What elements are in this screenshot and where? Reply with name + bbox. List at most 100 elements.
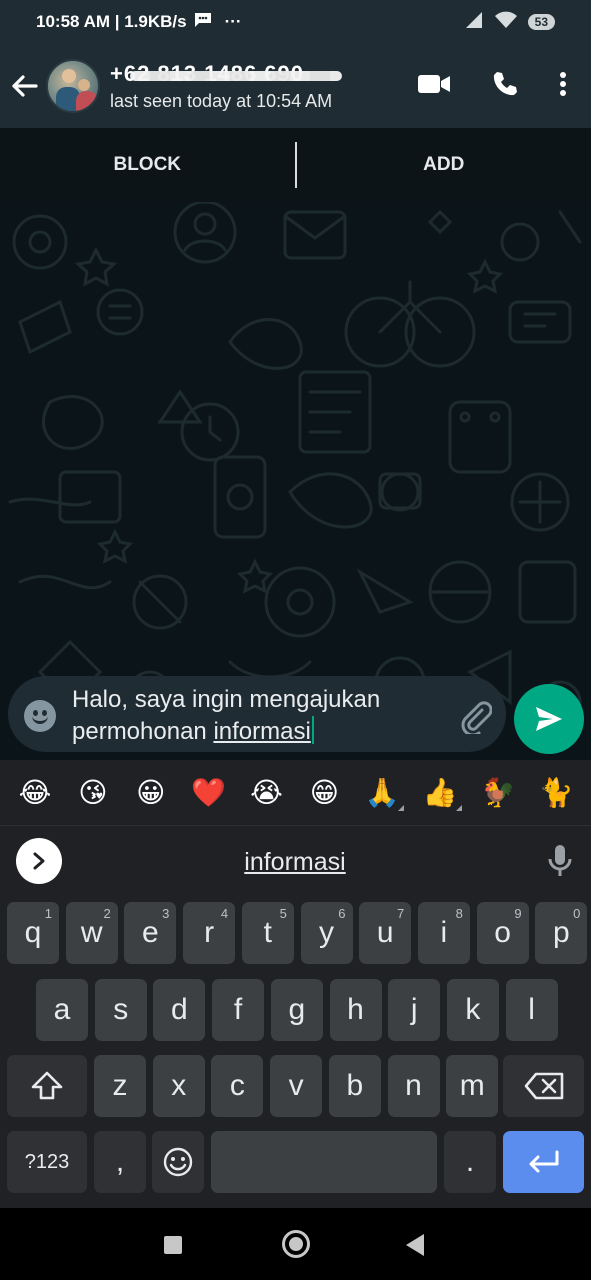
key-r[interactable]: r4: [183, 902, 236, 964]
key-label: m: [459, 1069, 485, 1102]
last-seen-status: last seen today at 10:54 AM: [110, 90, 333, 111]
key-number-hint: 5: [279, 906, 287, 921]
emoji-suggestion[interactable]: 😂: [13, 776, 57, 809]
key-q[interactable]: q1: [7, 902, 59, 964]
add-contact-button[interactable]: ADD: [297, 128, 591, 202]
more-options-icon[interactable]: [559, 71, 567, 102]
emoji-suggestion[interactable]: ❤️: [187, 776, 231, 809]
shift-key[interactable]: [7, 1055, 87, 1117]
emoji-key[interactable]: [152, 1131, 204, 1193]
key-t[interactable]: t5: [241, 902, 294, 964]
key-s[interactable]: s: [94, 979, 147, 1041]
key-label: c: [229, 1069, 245, 1102]
key-number-hint: 9: [514, 906, 522, 921]
key-u[interactable]: u7: [359, 902, 412, 964]
block-add-bar: BLOCK ADD: [0, 128, 591, 202]
key-label: u: [376, 916, 394, 949]
key-number-hint: 3: [162, 906, 170, 921]
back-arrow-icon[interactable]: [2, 44, 46, 128]
emoji-suggestion[interactable]: 🐈: [534, 776, 578, 809]
key-h[interactable]: h: [329, 979, 382, 1041]
key-label: y: [319, 916, 334, 949]
word-suggestion[interactable]: informasi: [200, 848, 390, 877]
key-o[interactable]: o9: [476, 902, 529, 964]
keyboard: 😂 😘 😀 ❤️ 😭 😁 🙏 👍 🐓 🐈 informasi q1w2e3r4t5y6u7i8o9…: [0, 760, 591, 1208]
key-label: o: [494, 916, 511, 949]
message-notification-icon: [193, 12, 213, 33]
key-label: x: [171, 1069, 187, 1102]
send-button[interactable]: [514, 684, 584, 754]
back-button[interactable]: [406, 1234, 424, 1256]
key-label: ,: [115, 1145, 125, 1178]
key-b[interactable]: b: [328, 1055, 381, 1117]
emoji-picker-icon[interactable]: [24, 700, 56, 732]
key-number-hint: 7: [396, 906, 405, 921]
key-number-hint: 6: [338, 906, 346, 921]
emoji-suggestion-row: 😂 😘 😀 ❤️ 😭 😁 🙏 👍 🐓 🐈: [0, 760, 591, 826]
key-z[interactable]: z: [94, 1055, 146, 1117]
comma-key[interactable]: ,: [94, 1131, 146, 1193]
message-composer: Halo, saya ingin mengajukan permohonan i…: [0, 670, 591, 760]
key-label: j: [410, 993, 418, 1026]
key-label: w: [80, 916, 103, 949]
key-e[interactable]: e3: [124, 902, 177, 964]
key-g[interactable]: g: [270, 979, 323, 1041]
microphone-icon[interactable]: [548, 844, 572, 883]
key-label: h: [347, 993, 364, 1026]
emoji-suggestion[interactable]: 😀: [129, 776, 173, 809]
key-label: s: [113, 993, 129, 1026]
expand-toolbar-button[interactable]: [16, 838, 62, 884]
recent-apps-button[interactable]: [164, 1236, 182, 1254]
chat-header: +62 813 1486 690 last seen today at 10:5…: [0, 44, 591, 128]
key-x[interactable]: x: [152, 1055, 205, 1117]
key-f[interactable]: f: [212, 979, 265, 1041]
emoji-suggestion[interactable]: 😭: [245, 776, 289, 809]
key-label: r: [204, 916, 215, 949]
period-key[interactable]: .: [444, 1131, 496, 1193]
key-y[interactable]: y6: [300, 902, 353, 964]
key-label: ?123: [24, 1150, 70, 1173]
backspace-key[interactable]: [503, 1055, 584, 1117]
status-overflow: ···: [224, 12, 242, 31]
emoji-suggestion[interactable]: 🙏: [360, 776, 405, 811]
avatar[interactable]: [46, 59, 100, 113]
voice-call-icon[interactable]: [491, 70, 519, 103]
status-time: 10:58 AM | 1.9KB/s: [36, 12, 187, 31]
key-a[interactable]: a: [36, 979, 88, 1041]
key-i[interactable]: i8: [417, 902, 470, 964]
key-c[interactable]: c: [211, 1055, 264, 1117]
emoji-suggestion[interactable]: 😁: [302, 776, 346, 809]
key-label: q: [24, 916, 42, 949]
space-key[interactable]: [211, 1131, 437, 1193]
key-label: d: [171, 993, 188, 1026]
key-n[interactable]: n: [387, 1055, 440, 1117]
key-number-hint: 2: [103, 906, 111, 921]
key-label: b: [346, 1069, 364, 1102]
emoji-suggestion[interactable]: 🐓: [476, 776, 520, 809]
block-button[interactable]: BLOCK: [0, 128, 295, 202]
key-m[interactable]: m: [446, 1055, 499, 1117]
key-v[interactable]: v: [270, 1055, 323, 1117]
message-input[interactable]: Halo, saya ingin mengajukan permohonan i…: [8, 676, 506, 752]
emoji-smiley-icon: [163, 1147, 193, 1177]
suggestion-strip: informasi: [0, 826, 591, 898]
message-text[interactable]: Halo, saya ingin mengajukan permohonan i…: [72, 684, 452, 748]
home-button[interactable]: [282, 1230, 310, 1258]
key-l[interactable]: l: [505, 979, 558, 1041]
emoji-suggestion[interactable]: 😘: [71, 776, 115, 809]
key-d[interactable]: d: [153, 979, 206, 1041]
enter-key[interactable]: [503, 1131, 584, 1193]
symbols-key[interactable]: ?123: [7, 1131, 87, 1193]
key-j[interactable]: j: [388, 979, 441, 1041]
attach-paperclip-icon[interactable]: [458, 700, 493, 739]
key-w[interactable]: w2: [65, 902, 118, 964]
emoji-suggestion[interactable]: 👍: [418, 776, 463, 811]
key-label: .: [465, 1145, 475, 1178]
key-p[interactable]: p0: [535, 902, 588, 964]
key-k[interactable]: k: [446, 979, 499, 1041]
video-call-icon[interactable]: [417, 73, 451, 100]
key-label: v: [288, 1069, 304, 1102]
contact-info[interactable]: +62 813 1486 690 last seen today at 10:5…: [110, 61, 342, 112]
status-bar: 10:58 AM | 1.9KB/s ··· 53: [0, 0, 591, 44]
shift-icon: [31, 1071, 63, 1100]
